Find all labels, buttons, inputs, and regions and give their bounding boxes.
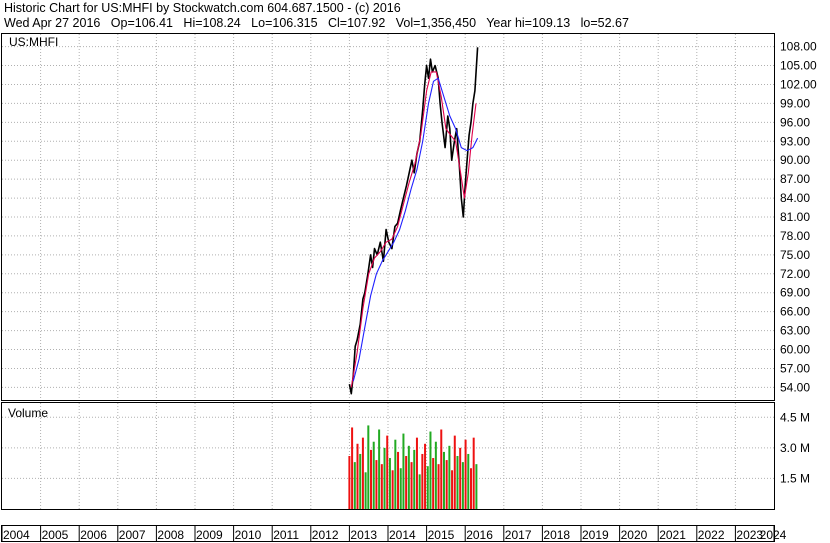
- year-tick-label: 2022: [698, 528, 725, 542]
- year-tick-label: 2010: [235, 528, 262, 542]
- price-tick-label: 84.00: [780, 191, 810, 205]
- volume-bar: [448, 445, 451, 509]
- volume-bar: [399, 468, 402, 509]
- volume-bar: [367, 425, 370, 509]
- volume-bar: [402, 433, 405, 509]
- year-tick-label: 2005: [42, 528, 69, 542]
- volume-bar: [410, 462, 413, 509]
- volume-bar: [383, 447, 386, 509]
- volume-bar: [380, 464, 383, 509]
- year-tick-label: 2011: [273, 528, 299, 542]
- volume-bar: [453, 435, 456, 509]
- price-tick-label: 93.00: [780, 134, 810, 148]
- volume-bar: [421, 453, 424, 509]
- volume-bar: [405, 456, 408, 509]
- price-tick-label: 63.00: [780, 324, 810, 338]
- year-tick-label: 2006: [80, 528, 107, 542]
- volume-bar: [351, 427, 354, 509]
- series-line-moving-average-long: [352, 77, 479, 382]
- year-tick-label: 2013: [350, 528, 377, 542]
- volume-bar: [353, 462, 356, 509]
- volume-bar: [413, 449, 416, 509]
- price-tick-label: 87.00: [780, 172, 810, 186]
- year-tick-label: 2012: [312, 528, 339, 542]
- volume-bar: [378, 429, 381, 509]
- price-tick-label: 60.00: [780, 343, 810, 357]
- price-tick-label: 96.00: [780, 115, 810, 129]
- volume-bar: [388, 458, 391, 509]
- volume-bar: [375, 460, 378, 509]
- volume-bar: [475, 464, 478, 509]
- price-tick-label: 75.00: [780, 248, 810, 262]
- price-tick-label: 81.00: [780, 210, 810, 224]
- volume-bar: [359, 453, 362, 509]
- historic-chart: 108.00 105.00 102.00 99.00 96.00 93.00 90.00 87…: [1, 33, 817, 542]
- volume-tick-label: 4.5 M: [780, 410, 810, 424]
- year-tick-label: 2016: [466, 528, 493, 542]
- year-tick-label: 2019: [582, 528, 609, 542]
- price-tick-label: 78.00: [780, 229, 810, 243]
- volume-bar: [472, 437, 475, 509]
- price-tick-label: 90.00: [780, 153, 810, 167]
- volume-bar: [459, 447, 462, 509]
- volume-bar: [442, 451, 445, 509]
- year-tick-label: 2007: [119, 528, 146, 542]
- volume-bar: [437, 464, 440, 509]
- volume-bar: [432, 458, 435, 509]
- price-tick-label: 72.00: [780, 267, 810, 281]
- volume-bar: [434, 441, 437, 509]
- series-line-price: [348, 47, 479, 395]
- year-tick-label: 2017: [505, 528, 532, 542]
- volume-bar: [418, 474, 421, 509]
- price-tick-label: 102.00: [780, 77, 817, 91]
- year-tick-label: 2015: [428, 528, 455, 542]
- volume-bar: [440, 429, 443, 509]
- volume-bar: [424, 443, 427, 509]
- year-tick-label: 2004: [3, 528, 30, 542]
- volume-bar: [370, 449, 373, 509]
- volume-bar: [361, 437, 364, 509]
- volume-bar: [372, 441, 375, 509]
- volume-bar: [451, 470, 454, 509]
- volume-bar: [467, 453, 470, 509]
- volume-bar: [461, 462, 464, 509]
- price-tick-label: 69.00: [780, 286, 810, 300]
- volume-bar: [394, 439, 397, 509]
- volume-bar: [356, 443, 359, 509]
- year-tick-label: 2021: [659, 528, 686, 542]
- volume-bar: [391, 470, 394, 509]
- series-line-moving-average-short: [350, 71, 477, 388]
- volume-bar: [445, 460, 448, 509]
- price-tick-label: 108.00: [780, 40, 817, 54]
- volume-tick-label: 1.5 M: [780, 471, 810, 485]
- year-tick-label: 2009: [196, 528, 223, 542]
- volume-bar: [407, 445, 410, 509]
- volume-bar: [415, 437, 418, 509]
- volume-tick-label: 3.0 M: [780, 441, 810, 455]
- volume-bar: [429, 431, 432, 509]
- year-tick-label: 2020: [621, 528, 648, 542]
- volume-bar: [386, 435, 389, 509]
- volume-bar: [397, 451, 400, 509]
- volume-panel-title: Volume: [8, 406, 48, 420]
- volume-bar: [469, 468, 472, 509]
- symbol-label: US:MHFI: [9, 35, 58, 49]
- year-tick-label: 2024: [760, 528, 787, 542]
- year-tick-label: 2018: [543, 528, 570, 542]
- price-tick-label: 66.00: [780, 305, 810, 319]
- volume-bar: [364, 472, 367, 509]
- volume-bar: [464, 439, 467, 509]
- price-tick-label: 105.00: [780, 59, 817, 73]
- volume-bar: [348, 456, 351, 509]
- price-tick-label: 54.00: [780, 380, 810, 394]
- year-tick-label: 2014: [389, 528, 416, 542]
- volume-bar: [426, 466, 429, 509]
- price-tick-label: 57.00: [780, 361, 810, 375]
- year-tick-label: 2008: [157, 528, 184, 542]
- price-tick-label: 99.00: [780, 96, 810, 110]
- volume-bar: [456, 456, 459, 509]
